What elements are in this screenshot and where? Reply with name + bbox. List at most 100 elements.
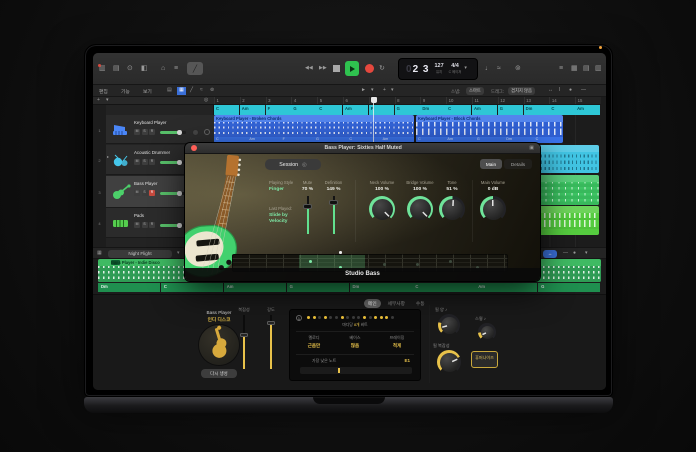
beat-dot[interactable] xyxy=(329,316,332,319)
zoom-out-icon[interactable]: — xyxy=(563,251,568,256)
editor-chord-cell[interactable]: G xyxy=(287,283,349,292)
lowest-note-slider[interactable] xyxy=(300,367,412,374)
gear-icon[interactable]: ◎ xyxy=(302,162,307,168)
track-header-keyboard-player[interactable]: Keyboard Player M S R xyxy=(106,115,214,144)
chord-cell[interactable]: Am xyxy=(472,105,497,115)
style-name[interactable]: 인디 디스코 xyxy=(189,317,249,323)
plugin-titlebar[interactable]: Bass Player: Sixties Half Muted ▣ xyxy=(185,143,540,154)
intensity-slider[interactable] xyxy=(270,315,272,369)
definition-slider[interactable] xyxy=(333,196,335,234)
volume-slider[interactable] xyxy=(160,161,186,164)
chord-cell[interactable]: F xyxy=(266,105,291,115)
tab-manual[interactable]: 수동 xyxy=(412,299,429,308)
bar-ruler[interactable]: 123456789101112131415 xyxy=(214,97,601,105)
tab-details[interactable]: 세부사항 xyxy=(384,299,409,308)
pointer-tool-chevron[interactable]: ▾ xyxy=(371,88,374,93)
chord-cell[interactable]: Dm xyxy=(420,105,445,115)
transport-lcd[interactable]: 02 3 127유지 4/4C 메이저 ▾ xyxy=(399,59,477,79)
beat-dot[interactable] xyxy=(346,316,349,319)
mute-button[interactable]: M xyxy=(134,159,140,165)
bass-menu[interactable]: 베이스 많음 xyxy=(337,335,373,349)
pointer-tool-menu[interactable]: ► xyxy=(361,88,366,93)
view-menu[interactable]: 보기 xyxy=(143,88,152,95)
stop-button[interactable] xyxy=(333,65,340,72)
record-enable-button[interactable]: R xyxy=(149,190,155,196)
record-enable-button[interactable]: R xyxy=(149,159,155,165)
tone-knob[interactable] xyxy=(439,196,465,222)
view-main-button[interactable]: Main xyxy=(480,159,502,169)
mute-slider[interactable] xyxy=(307,196,309,234)
add-track-icon[interactable]: + xyxy=(97,98,100,103)
bass-value[interactable]: 많음 xyxy=(337,343,373,349)
complexity-slider[interactable] xyxy=(243,315,245,369)
text-tool-icon[interactable]: I xyxy=(559,88,560,93)
chord-cell[interactable]: Dm xyxy=(524,105,549,115)
editor-chord-cell[interactable]: C xyxy=(412,283,474,292)
beat-dot[interactable] xyxy=(374,316,377,319)
volume-slider[interactable] xyxy=(160,131,186,134)
forward-button[interactable]: ▶▶ xyxy=(319,66,327,71)
input-monitor-button[interactable] xyxy=(204,129,210,135)
beat-dot[interactable] xyxy=(357,316,360,319)
main-volume-knob[interactable] xyxy=(480,196,506,222)
catch-icon[interactable]: ▤ xyxy=(167,88,172,93)
melody-menu[interactable]: 멜로디 근음만 xyxy=(296,335,332,349)
pencil-icon[interactable]: ╱ xyxy=(190,88,193,93)
snap-menu[interactable]: 스마트 xyxy=(466,87,484,95)
region-keyboard-broken-chords[interactable]: Keyboard Player - Broken Chords CAmFGCAm xyxy=(214,115,414,143)
neck-volume-knob[interactable] xyxy=(369,196,395,222)
secondary-tool-menu[interactable]: + xyxy=(383,88,386,93)
master-volume-icon[interactable]: ⊚ xyxy=(515,65,521,72)
beat-dot[interactable] xyxy=(380,316,383,319)
browsers-icon[interactable]: ▥ xyxy=(595,65,602,72)
beat-dot[interactable] xyxy=(391,316,394,319)
list-icon[interactable]: ≡ xyxy=(559,65,563,72)
edit-menu[interactable]: 편집 xyxy=(99,88,108,95)
audition-icon[interactable]: ♪ xyxy=(484,316,486,321)
swing-knob[interactable] xyxy=(478,323,496,341)
track-filter-chevron[interactable]: ▾ xyxy=(106,98,109,103)
flex-icon[interactable]: ⊚ xyxy=(210,88,214,93)
chord-cell[interactable]: C xyxy=(214,105,239,115)
beat-dot[interactable] xyxy=(341,316,344,319)
chord-cell[interactable]: Am xyxy=(343,105,368,115)
preset-menu[interactable]: Session ◎ xyxy=(265,159,321,170)
region-keyboard-block-chords[interactable]: Keyboard Player - Block Chords CAmGDmC xyxy=(416,115,563,143)
beat-dot[interactable] xyxy=(385,316,388,319)
track-options-icon[interactable]: ◎ xyxy=(204,98,208,103)
beat-dot[interactable] xyxy=(352,316,355,319)
phrasing-value[interactable]: 적게 xyxy=(378,343,416,349)
beat-dot[interactable] xyxy=(313,316,316,319)
solo-button[interactable]: S xyxy=(142,159,148,165)
loop-browser-icon[interactable]: ▤ xyxy=(583,65,590,72)
solo-button[interactable]: S xyxy=(142,129,148,135)
volume-slider[interactable] xyxy=(160,224,186,227)
smart-controls-icon[interactable]: ◧ xyxy=(141,65,148,72)
mute-button[interactable]: M xyxy=(134,190,140,196)
fill-amount-knob[interactable] xyxy=(438,314,460,336)
pencil-tool-button[interactable]: ╱ xyxy=(187,62,203,75)
beat-dot[interactable] xyxy=(307,316,310,319)
zoom-dot-icon[interactable]: ● xyxy=(573,251,576,256)
chord-cell[interactable]: G xyxy=(291,105,316,115)
chord-cell[interactable]: G xyxy=(395,105,420,115)
beat-dots[interactable] xyxy=(307,316,394,319)
automation-icon[interactable]: ≈ xyxy=(200,88,203,93)
audition-icon[interactable]: ♪ xyxy=(445,307,447,312)
editor-chord-strip[interactable]: DmCAmGDmCAmG xyxy=(98,283,601,292)
beat-dot[interactable] xyxy=(369,316,372,319)
solo-button[interactable]: S xyxy=(142,222,148,228)
editor-chord-cell[interactable]: Dm xyxy=(350,283,412,292)
playhead-handle[interactable] xyxy=(371,97,377,103)
catch-playhead-button[interactable]: ↔ xyxy=(543,250,557,259)
patch-chevron-icon[interactable]: ▾ xyxy=(177,251,180,256)
drag-menu[interactable]: 겹치지 않음 xyxy=(508,87,535,95)
zoom-h-icon[interactable]: ↔ xyxy=(548,88,553,93)
record-enable-button[interactable]: R xyxy=(149,129,155,135)
zoom-slider-icon[interactable]: ● xyxy=(569,88,572,93)
beat-dot[interactable] xyxy=(318,316,321,319)
chord-cell[interactable]: Am xyxy=(240,105,265,115)
melody-value[interactable]: 근음만 xyxy=(296,343,332,349)
patch-name-menu[interactable]: Night Flight xyxy=(108,250,172,259)
editor-chord-cell[interactable]: Am xyxy=(475,283,537,292)
